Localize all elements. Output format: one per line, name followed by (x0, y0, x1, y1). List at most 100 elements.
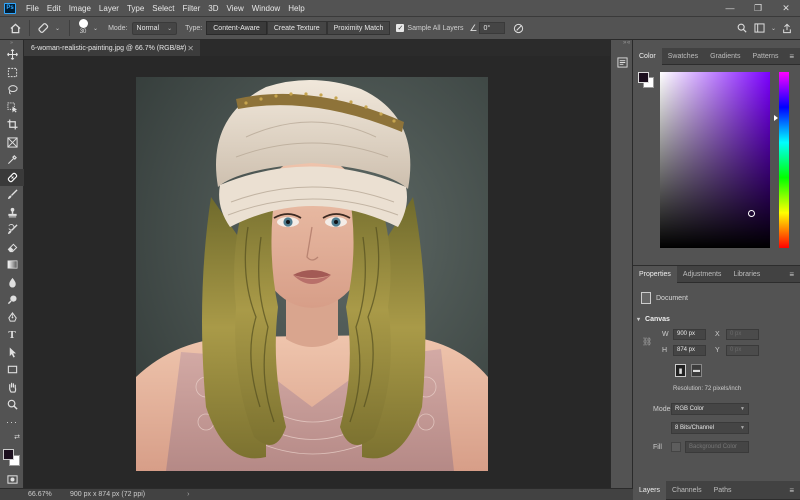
hue-slider-handle[interactable] (774, 115, 778, 121)
search-icon[interactable] (733, 19, 751, 37)
tool-preset-chevron-icon[interactable]: ⌄ (55, 25, 60, 32)
path-selection-tool-icon[interactable] (0, 344, 24, 362)
zoom-level[interactable]: 66.67% (0, 491, 70, 498)
link-icon[interactable]: ⛓ (642, 337, 652, 346)
panel-menu-icon[interactable]: ≡ (789, 270, 794, 279)
fill-color-swatch[interactable] (671, 442, 681, 452)
document-tab[interactable]: 6-woman-realistic-painting.jpg @ 66.7% (… (24, 40, 200, 56)
crop-tool-icon[interactable] (0, 116, 24, 134)
menu-help[interactable]: Help (284, 4, 308, 13)
menu-type[interactable]: Type (123, 4, 148, 13)
y-label: Y (715, 346, 720, 354)
swap-colors-icon[interactable]: ⇄ (14, 433, 20, 441)
history-panel-icon[interactable] (611, 52, 634, 72)
tab-properties[interactable]: Properties (633, 265, 677, 283)
rectangle-tool-icon[interactable] (0, 361, 24, 379)
document-image[interactable] (136, 77, 488, 471)
color-panel-body (633, 65, 800, 298)
type-tool-icon[interactable]: T (0, 326, 24, 344)
object-selection-tool-icon[interactable] (0, 99, 24, 117)
zoom-tool-icon[interactable] (0, 396, 24, 414)
rectangular-marquee-tool-icon[interactable] (0, 64, 24, 82)
workspace-icon[interactable] (751, 19, 769, 37)
color-panel: Color Swatches Gradients Patterns ≡ (633, 47, 800, 298)
bit-depth-select[interactable]: 8 Bits/Channel ▼ (671, 422, 749, 434)
menu-window[interactable]: Window (248, 4, 284, 13)
tab-adjustments[interactable]: Adjustments (677, 266, 728, 283)
type-create-texture-button[interactable]: Create Texture (266, 21, 327, 35)
tab-swatches[interactable]: Swatches (662, 48, 704, 65)
fill-select[interactable]: Background Color (685, 441, 749, 453)
menu-file[interactable]: File (22, 4, 43, 13)
lasso-tool-icon[interactable] (0, 81, 24, 99)
tab-layers[interactable]: Layers (633, 480, 667, 500)
brush-chevron-icon[interactable]: ⌄ (93, 25, 98, 32)
dodge-tool-icon[interactable] (0, 291, 24, 309)
tab-color[interactable]: Color (633, 47, 662, 65)
gradient-tool-icon[interactable] (0, 256, 24, 274)
foreground-color-swatch[interactable] (638, 72, 649, 83)
tab-paths[interactable]: Paths (708, 481, 738, 500)
landscape-orientation-icon[interactable]: ▬ (691, 364, 702, 377)
eraser-tool-icon[interactable] (0, 239, 24, 257)
sample-all-layers-checkbox[interactable]: ✓ (396, 24, 405, 32)
hue-slider[interactable] (774, 72, 789, 248)
pen-tool-icon[interactable] (0, 309, 24, 327)
angle-input[interactable]: 0° (479, 22, 506, 34)
clone-stamp-tool-icon[interactable] (0, 204, 24, 222)
tab-patterns[interactable]: Patterns (746, 48, 784, 65)
close-window-button[interactable]: ✕ (772, 0, 800, 16)
panel-menu-icon[interactable]: ≡ (789, 486, 794, 495)
color-mode-select[interactable]: RGB Color ▼ (671, 403, 749, 415)
maximize-button[interactable]: ❐ (744, 0, 772, 16)
move-tool-icon[interactable] (0, 46, 24, 64)
foreground-color-swatch[interactable] (3, 449, 14, 460)
y-input[interactable]: 0 px (726, 344, 759, 356)
more-tools-icon[interactable]: ··· (0, 414, 24, 432)
menu-layer[interactable]: Layer (95, 4, 123, 13)
hand-tool-icon[interactable] (0, 379, 24, 397)
menu-edit[interactable]: Edit (43, 4, 65, 13)
pressure-size-icon[interactable] (509, 19, 527, 37)
menu-image[interactable]: Image (65, 4, 95, 13)
color-picker-marker[interactable] (748, 210, 755, 217)
eyedropper-tool-icon[interactable] (0, 151, 24, 169)
home-icon[interactable] (6, 19, 24, 37)
canvas-area[interactable] (24, 56, 610, 488)
brush-preset-picker[interactable]: 30 (75, 19, 91, 37)
minimize-button[interactable]: — (716, 0, 744, 16)
menu-filter[interactable]: Filter (179, 4, 205, 13)
brush-tool-icon[interactable] (0, 186, 24, 204)
color-panel-tabs: Color Swatches Gradients Patterns ≡ (633, 47, 800, 65)
spot-healing-brush-tool-icon[interactable] (0, 168, 24, 186)
frame-tool-icon[interactable] (0, 134, 24, 152)
expand-panels-icon[interactable]: « (627, 40, 630, 48)
width-input[interactable]: 900 px (673, 328, 706, 340)
mode-select[interactable]: Normal ⌄ (131, 21, 178, 35)
panel-menu-icon[interactable]: ≡ (789, 52, 794, 61)
bit-depth-value: 8 Bits/Channel (675, 425, 715, 431)
menu-view[interactable]: View (223, 4, 248, 13)
tab-libraries[interactable]: Libraries (727, 266, 766, 283)
color-picker-field[interactable] (660, 72, 770, 248)
menu-3d[interactable]: 3D (204, 4, 222, 13)
menu-select[interactable]: Select (148, 4, 178, 13)
type-proximity-match-button[interactable]: Proximity Match (326, 21, 391, 35)
history-brush-tool-icon[interactable] (0, 221, 24, 239)
bit-depth-row: 8 Bits/Channel ▼ (633, 420, 800, 436)
canvas-section-header[interactable]: ▾ Canvas (633, 312, 800, 326)
blur-tool-icon[interactable] (0, 274, 24, 292)
x-input[interactable]: 0 px (726, 328, 759, 340)
share-icon[interactable] (778, 19, 796, 37)
tab-channels[interactable]: Channels (666, 481, 708, 500)
quick-mask-icon[interactable] (0, 471, 24, 489)
workspace-chevron-icon[interactable]: ⌄ (771, 25, 776, 32)
portrait-orientation-icon[interactable]: ▮ (675, 364, 686, 377)
collapse-panels-icon[interactable]: » (623, 40, 626, 48)
chevron-right-icon[interactable]: › (187, 491, 189, 498)
close-icon[interactable]: ✕ (187, 44, 194, 53)
height-input[interactable]: 874 px (673, 344, 706, 356)
tab-gradients[interactable]: Gradients (704, 48, 746, 65)
type-content-aware-button[interactable]: Content-Aware (206, 21, 267, 35)
spot-healing-brush-icon[interactable] (35, 19, 53, 37)
